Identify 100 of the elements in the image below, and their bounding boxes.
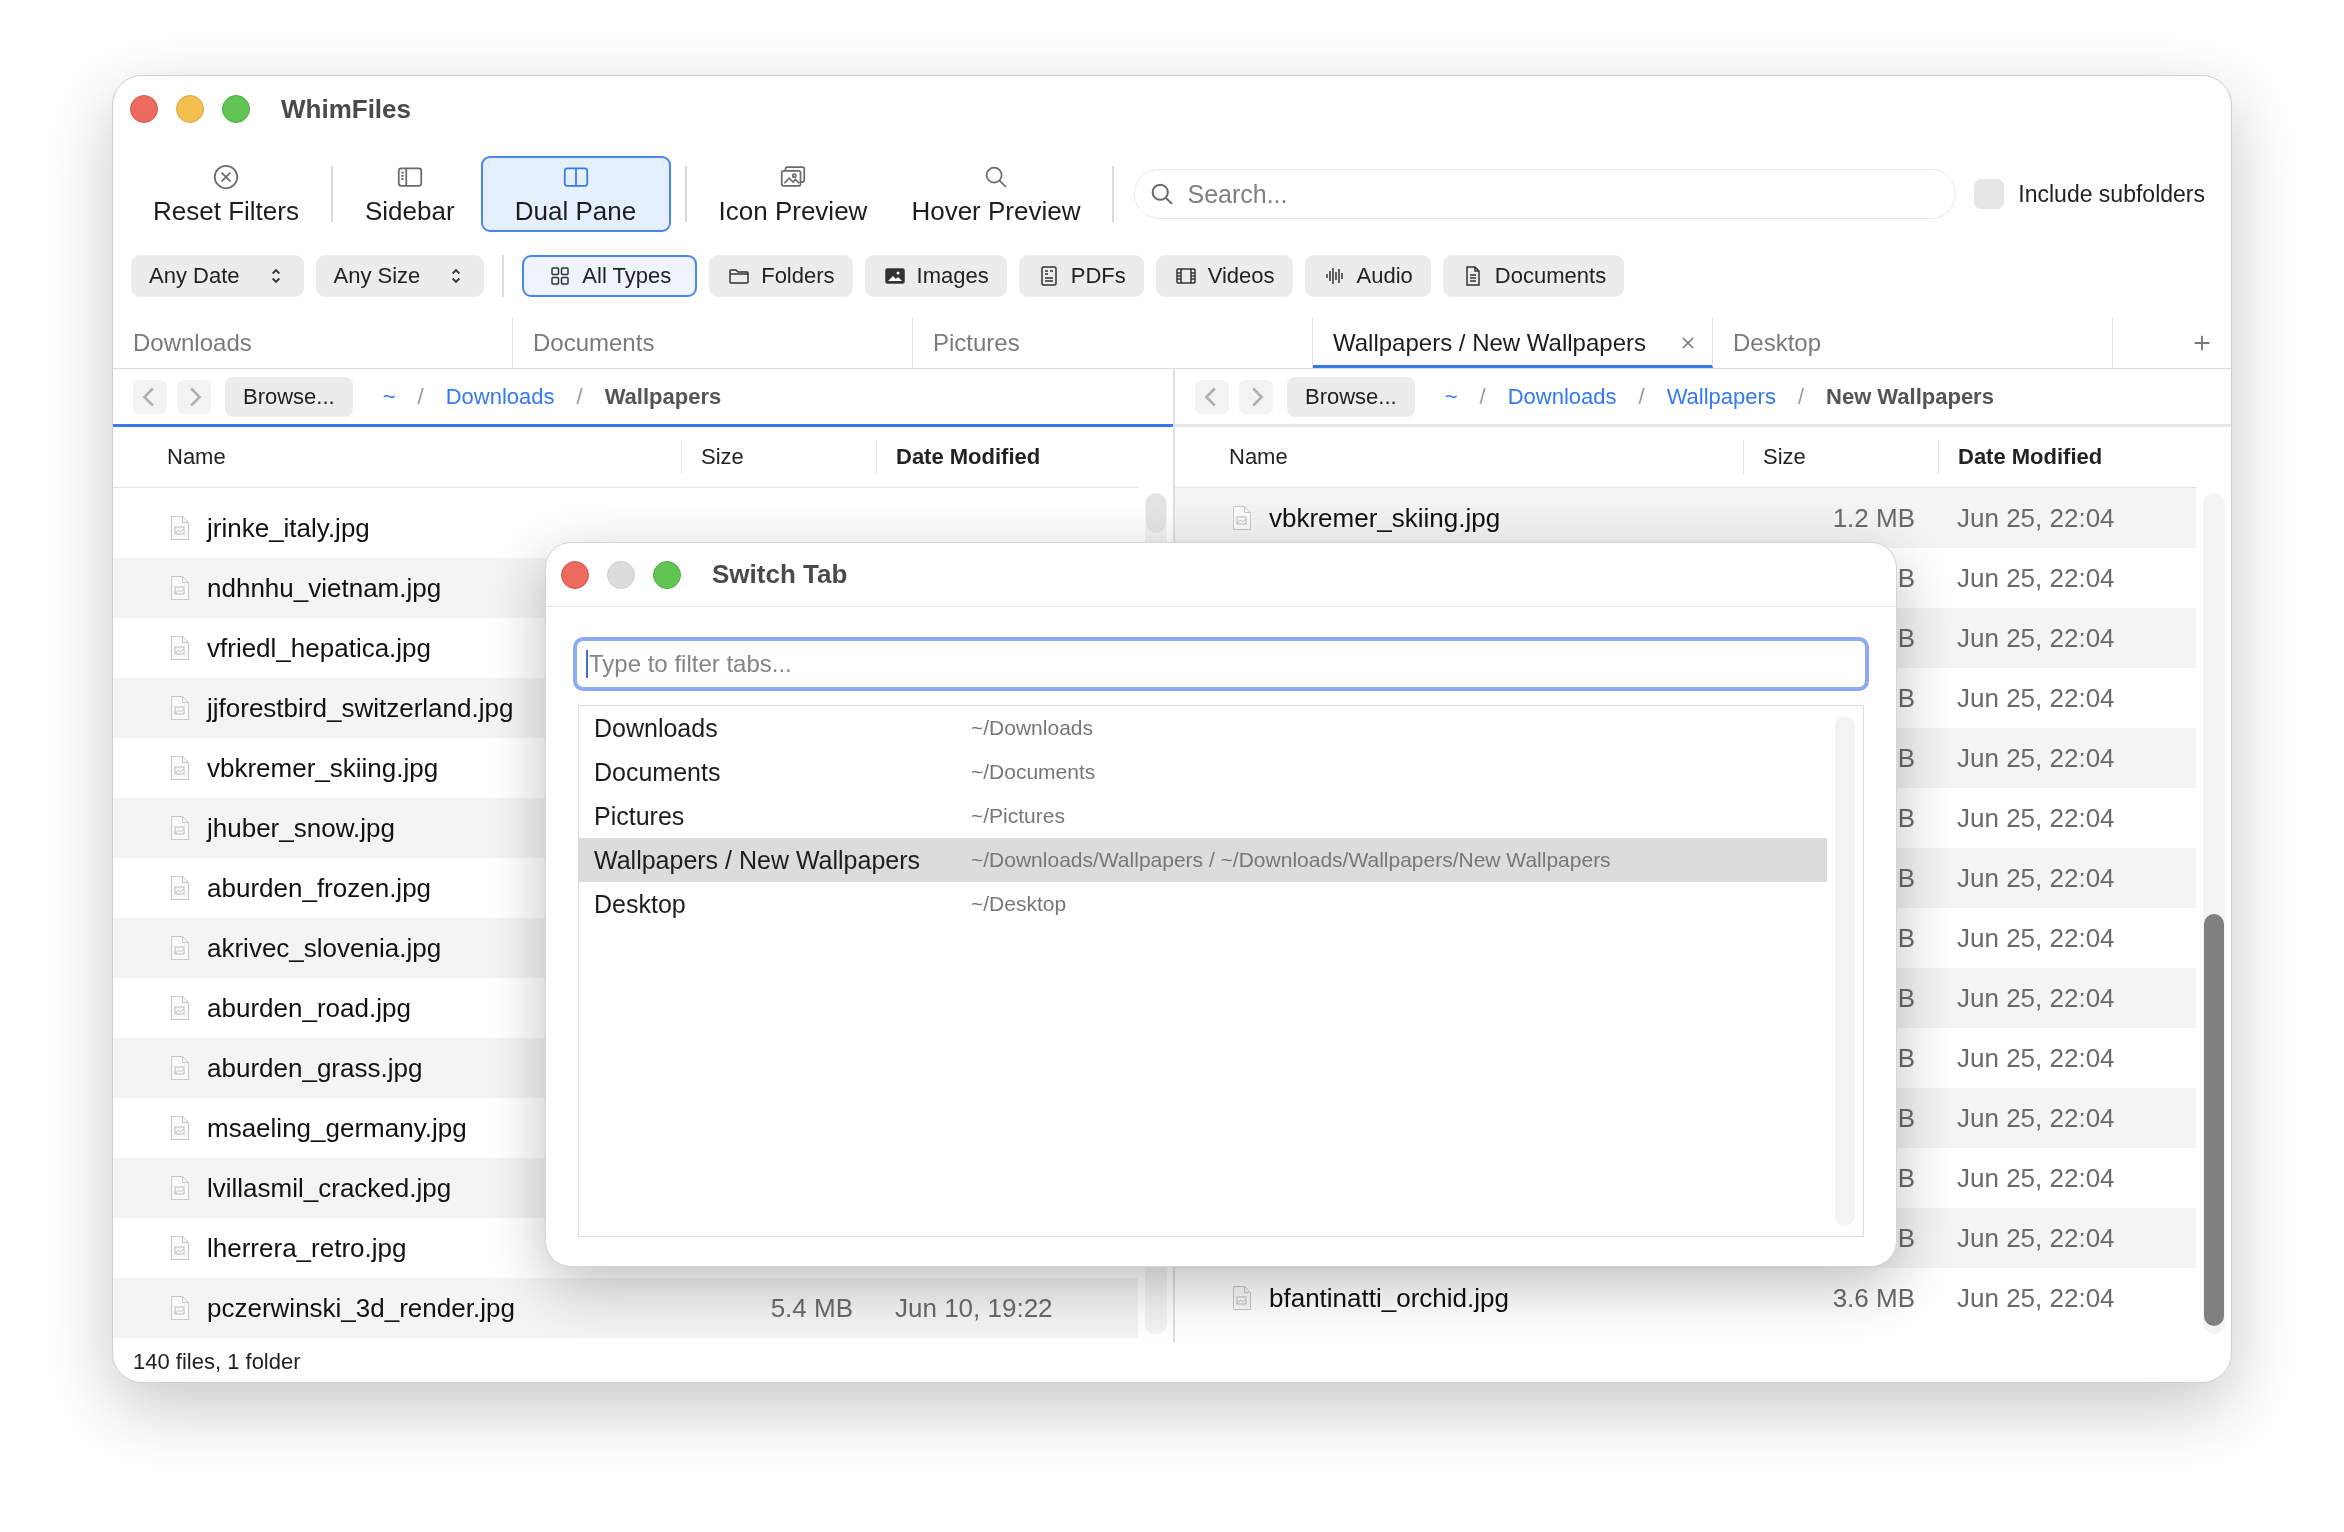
file-name: lvillasmil_cracked.jpg bbox=[207, 1172, 452, 1204]
file-size: B bbox=[1897, 562, 1915, 594]
file-date: Jun 25, 22:04 bbox=[1957, 862, 2115, 894]
forward-icon[interactable] bbox=[177, 379, 211, 414]
type-filter-button[interactable]: Documents bbox=[1442, 255, 1625, 297]
type-filter-button[interactable]: PDFs bbox=[1018, 255, 1144, 297]
breadcrumb-separator: / bbox=[576, 383, 583, 410]
tab[interactable]: Wallpapers / New Wallpapers bbox=[1313, 318, 1713, 368]
type-filter-button[interactable]: Images bbox=[864, 255, 1007, 297]
breadcrumb-current: Wallpapers bbox=[604, 383, 722, 410]
scrollbar-thumb[interactable] bbox=[2203, 913, 2224, 1326]
breadcrumb-current: New Wallpapers bbox=[1826, 383, 1994, 410]
tab-path: ~/Downloads/Wallpapers / ~/Downloads/Wallpapers/New Wallpapers bbox=[971, 848, 1611, 872]
column-header[interactable]: Size bbox=[681, 440, 876, 474]
toolbar-button[interactable]: Hover Preview bbox=[893, 156, 1099, 232]
file-date: Jun 25, 22:04 bbox=[1957, 1222, 2115, 1254]
file-date: Jun 25, 22:04 bbox=[1957, 682, 2115, 714]
minimize-button[interactable] bbox=[176, 95, 204, 123]
tab-list-item[interactable]: Downloads ~/Downloads bbox=[579, 706, 1827, 750]
file-date: Jun 25, 22:04 bbox=[1957, 622, 2115, 654]
type-filter-button[interactable]: Videos bbox=[1155, 255, 1293, 297]
column-header[interactable]: Date Modified bbox=[876, 440, 1138, 474]
file-size: B bbox=[1897, 1162, 1915, 1194]
file-row[interactable]: vbkremer_skiing.jpg 1.2 MB Jun 25, 22:04 bbox=[1175, 488, 2196, 548]
tab[interactable]: Documents bbox=[513, 318, 913, 368]
file-name: bfantinatti_orchid.jpg bbox=[1269, 1282, 1509, 1314]
file-date: Jun 25, 22:04 bbox=[1957, 562, 2115, 594]
back-icon[interactable] bbox=[133, 379, 167, 414]
browse-button[interactable]: Browse... bbox=[225, 376, 353, 417]
file-size: B bbox=[1897, 982, 1915, 1014]
tab-title: Documents bbox=[594, 757, 722, 787]
file-size: B bbox=[1897, 1222, 1915, 1254]
file-row[interactable]: pczerwinski_3d_render.jpg 5.4 MB Jun 10, 19:22 bbox=[113, 1278, 1138, 1338]
file-date: Jun 25, 22:04 bbox=[1957, 1282, 2115, 1314]
type-filter-button[interactable]: Audio bbox=[1304, 255, 1431, 297]
file-date: Jun 25, 22:04 bbox=[1957, 1162, 2115, 1194]
tab-title: Downloads bbox=[594, 713, 719, 743]
breadcrumb-link[interactable]: Downloads bbox=[1507, 383, 1617, 410]
back-icon[interactable] bbox=[1195, 379, 1229, 414]
zoom-button[interactable] bbox=[222, 95, 250, 123]
image-file-icon bbox=[170, 515, 190, 541]
image-file-icon bbox=[170, 935, 190, 961]
tab[interactable]: Pictures bbox=[913, 318, 1313, 368]
dialog-title: Switch Tab bbox=[712, 559, 848, 590]
zoom-button[interactable] bbox=[653, 560, 681, 589]
image-file-icon bbox=[170, 1055, 190, 1081]
search-field[interactable]: Search... bbox=[1134, 169, 1957, 219]
image-file-icon bbox=[170, 755, 190, 781]
file-name: jrinke_italy.jpg bbox=[207, 512, 370, 544]
file-size: B bbox=[1897, 1102, 1915, 1134]
close-button[interactable] bbox=[130, 95, 158, 123]
image-file-icon bbox=[170, 1235, 190, 1261]
file-size: 5.4 MB bbox=[770, 1292, 853, 1324]
file-name: ndhnhu_vietnam.jpg bbox=[207, 572, 442, 604]
breadcrumb-link[interactable]: Wallpapers bbox=[1666, 383, 1776, 410]
browse-button[interactable]: Browse... bbox=[1287, 376, 1415, 417]
file-size: B bbox=[1897, 802, 1915, 834]
window-title: WhimFiles bbox=[281, 93, 411, 125]
file-size: 1.2 MB bbox=[1832, 502, 1915, 534]
image-file-icon bbox=[170, 575, 190, 601]
type-filter-button[interactable]: All Types bbox=[522, 255, 698, 297]
tab-list-item[interactable]: Desktop ~/Desktop bbox=[579, 882, 1827, 926]
filter-dropdown[interactable]: Any Size bbox=[315, 255, 485, 297]
close-button[interactable] bbox=[561, 560, 589, 589]
toolbar-button[interactable]: Icon Preview bbox=[700, 156, 886, 232]
tab-list-item[interactable]: Wallpapers / New Wallpapers ~/Downloads/Wallpapers / ~/Downloads/Wallpapers/New Wallpapers bbox=[579, 838, 1827, 882]
tab-list-item[interactable]: Pictures ~/Pictures bbox=[579, 794, 1827, 838]
column-header[interactable]: Name bbox=[113, 440, 681, 474]
image-file-icon bbox=[170, 1295, 190, 1321]
breadcrumb-link[interactable]: ~ bbox=[1444, 383, 1458, 410]
checkbox[interactable] bbox=[1974, 179, 2005, 209]
file-size: B bbox=[1897, 682, 1915, 714]
breadcrumb-link[interactable]: ~ bbox=[382, 383, 396, 410]
image-file-icon bbox=[1232, 1285, 1252, 1311]
forward-icon[interactable] bbox=[1239, 379, 1273, 414]
tab-path: ~/Pictures bbox=[971, 804, 1065, 828]
column-header[interactable]: Date Modified bbox=[1938, 440, 2196, 474]
file-date: Jun 25, 22:04 bbox=[1957, 502, 2115, 534]
type-filter-button[interactable]: Folders bbox=[709, 255, 853, 297]
file-name: vbkremer_skiing.jpg bbox=[1269, 502, 1501, 534]
breadcrumb-separator: / bbox=[1638, 383, 1645, 410]
scrollbar-thumb[interactable] bbox=[1145, 493, 1166, 533]
tab[interactable]: Desktop bbox=[1713, 318, 2113, 368]
toolbar-button[interactable]: Dual Pane bbox=[480, 156, 671, 232]
file-name: aburden_road.jpg bbox=[207, 992, 411, 1024]
toolbar-button[interactable]: Reset Filters bbox=[135, 156, 317, 232]
breadcrumb-separator: / bbox=[1797, 383, 1804, 410]
filter-field[interactable]: Type to filter tabs... bbox=[573, 637, 1869, 691]
image-file-icon bbox=[170, 875, 190, 901]
file-date: Jun 25, 22:04 bbox=[1957, 1042, 2115, 1074]
tab-list-item[interactable]: Documents ~/Documents bbox=[579, 750, 1827, 794]
column-header[interactable]: Name bbox=[1175, 440, 1743, 474]
breadcrumb-link[interactable]: Downloads bbox=[445, 383, 555, 410]
tab[interactable]: Downloads bbox=[113, 318, 513, 368]
filter-dropdown[interactable]: Any Date bbox=[131, 255, 304, 297]
tab-title: Desktop bbox=[594, 889, 687, 919]
checkbox-label: Include subfolders bbox=[2018, 180, 2205, 208]
toolbar-button[interactable]: Sidebar bbox=[346, 156, 473, 232]
file-name: akrivec_slovenia.jpg bbox=[207, 932, 442, 964]
column-header[interactable]: Size bbox=[1743, 440, 1938, 474]
